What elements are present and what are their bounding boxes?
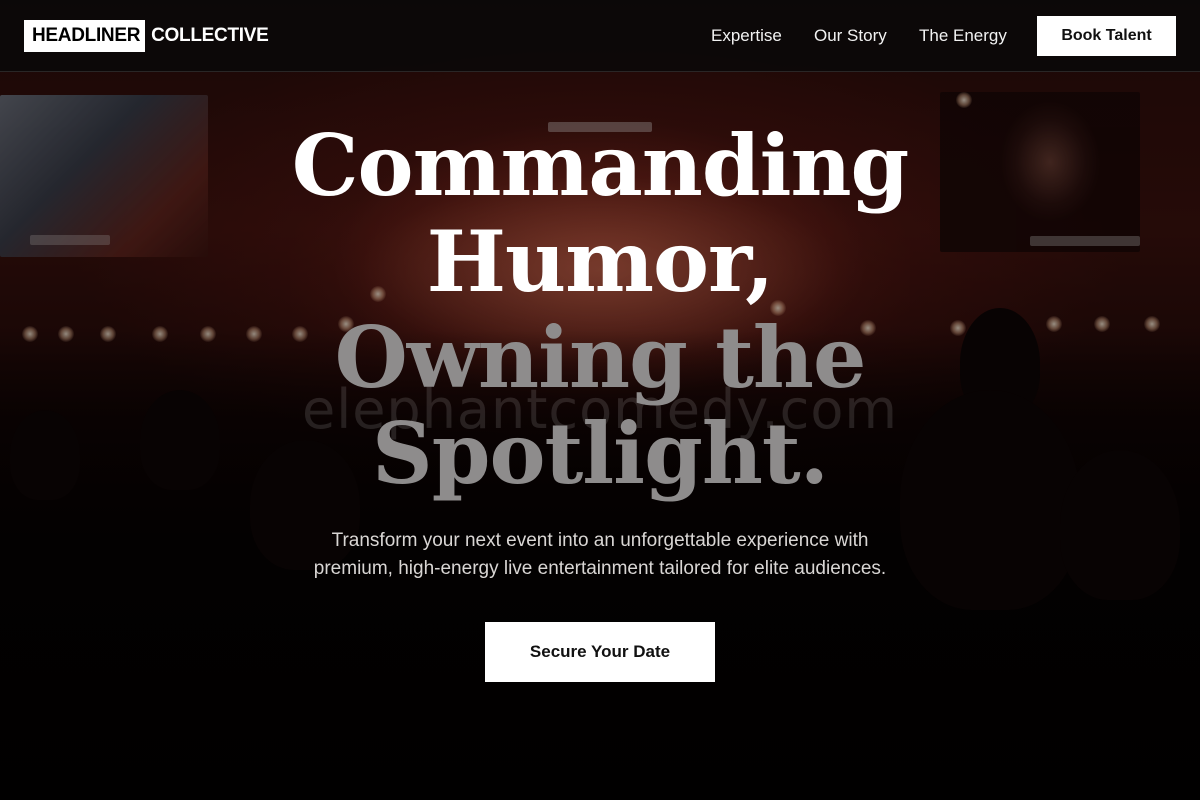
headline-line-3: Owning the [334, 308, 867, 407]
secure-your-date-button[interactable]: Secure Your Date [485, 622, 715, 682]
headline-line-4: Spotlight. [372, 404, 829, 503]
hero-headline: Commanding Humor, Owning the Spotlight. [200, 118, 1000, 502]
logo-boxed-text: HEADLINER [24, 20, 146, 52]
nav-link-our-story[interactable]: Our Story [814, 25, 887, 47]
logo-text: COLLECTIVE [151, 25, 269, 46]
nav-link-the-energy[interactable]: The Energy [919, 25, 1007, 47]
book-talent-button[interactable]: Book Talent [1037, 16, 1176, 56]
headline-line-2: Humor, [426, 212, 775, 311]
top-navigation-bar: HEADLINER COLLECTIVE Expertise Our Story… [0, 0, 1200, 72]
nav-link-expertise[interactable]: Expertise [711, 25, 782, 47]
hero-subtitle: Transform your next event into an unforg… [250, 527, 950, 583]
headline-line-1: Commanding [291, 116, 910, 215]
site-logo[interactable]: HEADLINER COLLECTIVE [24, 20, 269, 52]
subtitle-line-2: premium, high-energy live entertainment … [313, 558, 887, 579]
subtitle-line-1: Transform your next event into an unforg… [331, 530, 869, 551]
